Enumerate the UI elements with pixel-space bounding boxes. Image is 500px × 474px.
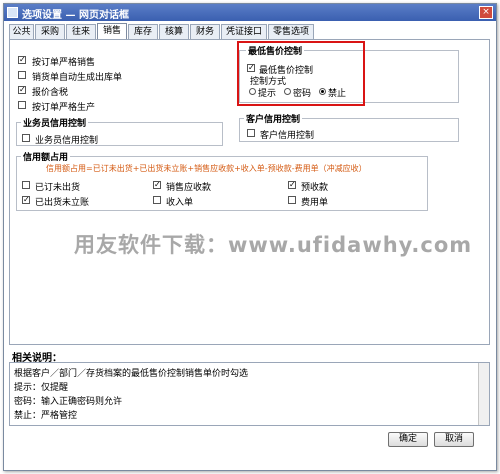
notes-line: 根据客户／部门／存货档案的最低售价控制销售单价时勾选	[14, 369, 249, 379]
tab-retail-options[interactable]: 零售选项	[268, 24, 314, 39]
tab-inventory[interactable]: 库存	[128, 24, 158, 39]
checkbox-auto-outbound[interactable]	[18, 71, 26, 79]
tab-finance[interactable]: 财务	[190, 24, 220, 39]
option-label: 报价含税	[32, 88, 69, 98]
customer-credit-title: 客户信用控制	[244, 112, 303, 125]
checkbox-strict-order-production[interactable]	[18, 101, 26, 109]
credit-item-label: 预收款	[301, 183, 329, 193]
notes-line: 提示：仅提醒	[14, 383, 69, 393]
salesman-credit-label: 业务员信用控制	[35, 136, 99, 146]
window-icon	[7, 7, 18, 18]
credit-item-label: 销售应收款	[166, 183, 212, 193]
option-label: 销货单自动生成出库单	[32, 73, 123, 83]
checkbox-sales-receivable[interactable]: ✓	[153, 181, 161, 189]
checkbox-customer-credit[interactable]	[247, 129, 255, 137]
highlight-box	[237, 41, 365, 106]
tab-voucher-interface[interactable]: 凭证接口	[221, 24, 267, 39]
tab-purchase[interactable]: 采购	[35, 24, 65, 39]
checkbox-ordered-not-shipped[interactable]	[22, 181, 30, 189]
credit-item-label: 已出货未立账	[35, 198, 90, 208]
customer-credit-label: 客户信用控制	[260, 131, 315, 141]
credit-item-label: 收入单	[166, 198, 194, 208]
credit-usage-title: 信用额占用	[21, 150, 71, 163]
checkbox-advance-receipt[interactable]: ✓	[288, 181, 296, 189]
notes-line: 密码：输入正确密码则允许	[14, 397, 123, 407]
notes-scrollbar[interactable]	[478, 363, 489, 425]
sales-tab-panel: ✓ 按订单严格销售 销货单自动生成出库单 ✓ 报价含税 按订单严格生产 最低售价…	[9, 39, 490, 345]
checkbox-income-document[interactable]	[153, 196, 161, 204]
credit-usage-formula: 信用额占用=已订未出货+已出货未立账+销售应收款+收入单-预收款-费用单（冲减应…	[46, 164, 367, 173]
checkbox-quote-tax[interactable]: ✓	[18, 86, 26, 94]
checkbox-expense-document[interactable]	[288, 196, 296, 204]
tab-accounting[interactable]: 核算	[159, 24, 189, 39]
options-dialog: 选项设置 — 网页对话框 × 公共 采购 往来 销售 库存 核算 财务 凭证接口…	[3, 3, 497, 471]
credit-item-label: 已订未出货	[35, 183, 81, 193]
close-button[interactable]: ×	[479, 6, 493, 19]
cancel-button[interactable]: 取消	[434, 432, 474, 447]
ok-button[interactable]: 确定	[388, 432, 428, 447]
tab-common[interactable]: 公共	[9, 24, 34, 39]
tab-sales[interactable]: 销售	[97, 23, 127, 40]
notes-panel: 根据客户／部门／存货档案的最低售价控制销售单价时勾选 提示：仅提醒 密码：输入正…	[9, 362, 490, 426]
checkbox-salesman-credit[interactable]	[22, 134, 30, 142]
salesman-credit-title: 业务员信用控制	[21, 116, 89, 129]
watermark-text: 用友软件下载：www.ufidawhy.com	[74, 233, 473, 257]
checkbox-shipped-not-billed[interactable]: ✓	[22, 196, 30, 204]
window-title: 选项设置 — 网页对话框	[22, 10, 129, 21]
checkbox-strict-order-sales[interactable]: ✓	[18, 56, 26, 64]
credit-item-label: 费用单	[301, 198, 329, 208]
title-bar[interactable]: 选项设置 — 网页对话框 ×	[4, 4, 496, 21]
tab-transactions[interactable]: 往来	[66, 24, 96, 39]
option-label: 按订单严格生产	[32, 103, 96, 113]
notes-line: 禁止：严格管控	[14, 411, 78, 421]
option-label: 按订单严格销售	[32, 58, 96, 68]
